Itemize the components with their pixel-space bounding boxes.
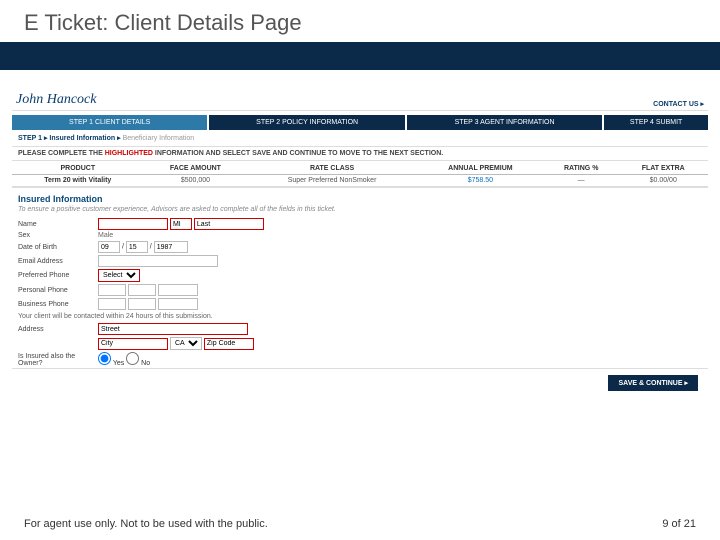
footer-disclaimer: For agent use only. Not to be used with … (24, 518, 268, 530)
summary-header: FACE AMOUNT (144, 163, 248, 175)
mi-field[interactable] (170, 218, 192, 230)
summary-flat-extra: $0.00/00 (618, 175, 708, 187)
zip-field[interactable] (204, 338, 254, 350)
street-field[interactable] (98, 323, 248, 335)
breadcrumb-step: STEP 1 (18, 135, 42, 142)
breadcrumb-current: Beneficiary Information (123, 135, 195, 142)
slide-title: E Ticket: Client Details Page (0, 0, 720, 42)
preferred-phone-label: Preferred Phone (18, 268, 98, 283)
insured-form: Name Sex Male Date of Birth / / Email Ad… (18, 217, 264, 368)
owner-yes-option[interactable]: Yes (98, 360, 124, 367)
app-topbar: John Hancock CONTACT US ▸ (12, 90, 708, 111)
title-divider (0, 42, 720, 70)
last-name-field[interactable] (194, 218, 264, 230)
summary-rating: — (544, 175, 619, 187)
brand-logo: John Hancock (16, 92, 96, 108)
personal-phone-2[interactable] (128, 284, 156, 296)
slide-footer: For agent use only. Not to be used with … (0, 510, 720, 540)
summary-rate-class: Super Preferred NonSmoker (247, 175, 417, 187)
summary-annual-premium[interactable]: $758.50 (417, 175, 544, 187)
step-agent-information[interactable]: STEP 3 AGENT INFORMATION (407, 115, 602, 130)
summary-header: RATING % (544, 163, 619, 175)
save-continue-button[interactable]: SAVE & CONTINUE ▸ (608, 375, 698, 391)
business-phone-label: Business Phone (18, 297, 98, 311)
dob-day-field[interactable] (126, 241, 148, 253)
progress-steps: STEP 1 CLIENT DETAILS STEP 2 POLICY INFO… (12, 115, 708, 130)
address-label: Address (18, 322, 98, 336)
summary-header: PRODUCT (12, 163, 144, 175)
dob-year-field[interactable] (154, 241, 188, 253)
contact-note: Your client will be contacted within 24 … (18, 311, 264, 322)
table-row: Term 20 with Vitality $500,000 Super Pre… (12, 175, 708, 187)
sex-label: Sex (18, 231, 98, 240)
summary-header: ANNUAL PREMIUM (417, 163, 544, 175)
step-policy-information[interactable]: STEP 2 POLICY INFORMATION (209, 115, 404, 130)
personal-phone-label: Personal Phone (18, 283, 98, 297)
section-heading: Insured Information (12, 187, 708, 206)
page-number: 9 of 21 (662, 518, 696, 530)
summary-header: FLAT EXTRA (618, 163, 708, 175)
business-phone-3[interactable] (158, 298, 198, 310)
summary-product: Term 20 with Vitality (12, 175, 144, 187)
step-submit[interactable]: STEP 4 SUBMIT (604, 115, 708, 130)
business-phone-1[interactable] (98, 298, 126, 310)
instruction-banner: PLEASE COMPLETE THE HIGHLIGHTED INFORMAT… (12, 146, 708, 161)
owner-no-option[interactable]: No (126, 360, 150, 367)
dob-month-field[interactable] (98, 241, 120, 253)
step-client-details[interactable]: STEP 1 CLIENT DETAILS (12, 115, 207, 130)
personal-phone-3[interactable] (158, 284, 198, 296)
email-field[interactable] (98, 255, 218, 267)
contact-us-link[interactable]: CONTACT US ▸ (653, 100, 704, 108)
summary-header: RATE CLASS (247, 163, 417, 175)
section-subtext: To ensure a positive customer experience… (12, 206, 708, 217)
business-phone-2[interactable] (128, 298, 156, 310)
first-name-field[interactable] (98, 218, 168, 230)
summary-face-amount: $500,000 (144, 175, 248, 187)
preferred-phone-select[interactable]: Select (98, 269, 140, 282)
state-select[interactable]: CA (170, 337, 202, 350)
name-label: Name (18, 217, 98, 231)
instruction-highlight: HIGHLIGHTED (105, 150, 153, 157)
breadcrumb-section[interactable]: Insured Information (49, 135, 115, 142)
dob-label: Date of Birth (18, 240, 98, 254)
app-screenshot: John Hancock CONTACT US ▸ STEP 1 CLIENT … (0, 70, 720, 391)
breadcrumb: STEP 1 ▸ Insured Information ▸ Beneficia… (12, 130, 708, 146)
policy-summary-table: PRODUCT FACE AMOUNT RATE CLASS ANNUAL PR… (12, 163, 708, 187)
personal-phone-1[interactable] (98, 284, 126, 296)
owner-label: Is Insured also the Owner? (18, 351, 98, 368)
city-field[interactable] (98, 338, 168, 350)
sex-value: Male (98, 231, 264, 240)
email-label: Email Address (18, 254, 98, 268)
